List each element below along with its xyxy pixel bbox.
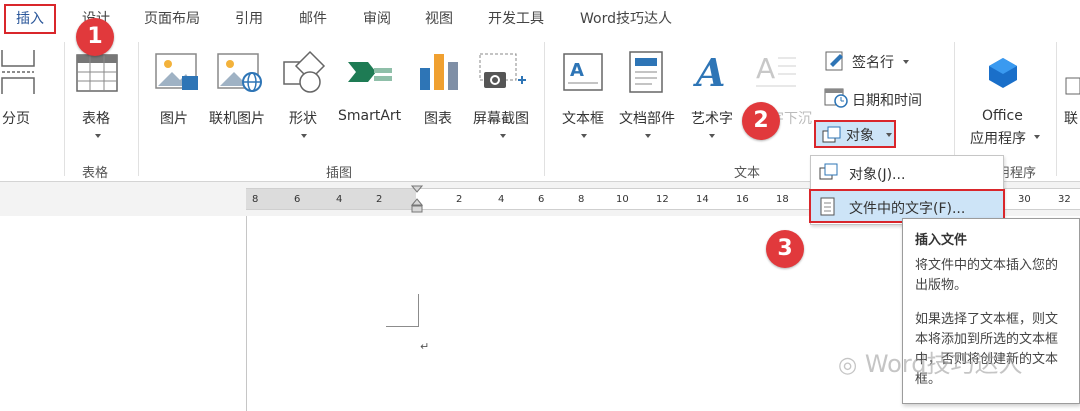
margin-corner-mark [386, 326, 419, 327]
online-picture-icon[interactable] [216, 50, 264, 94]
links-icon[interactable] [1064, 76, 1080, 96]
chevron-down-icon[interactable] [709, 134, 715, 138]
textbox-icon[interactable]: A [562, 50, 606, 94]
wechat-icon: ◎ [838, 353, 858, 378]
step-badge: 3 [766, 230, 804, 268]
group-separator [64, 42, 65, 176]
file-text-icon [820, 197, 835, 216]
paragraph-mark: ↵ [420, 340, 430, 353]
chart-label[interactable]: 图表 [424, 108, 452, 128]
watermark: ◎ Word技巧达人 [838, 344, 1023, 379]
office-store-icon[interactable] [986, 56, 1020, 90]
signature-line-icon[interactable] [824, 50, 846, 72]
step-badge: 1 [76, 18, 114, 56]
smartart-icon[interactable] [346, 52, 394, 92]
ruler-tick: 2 [456, 194, 463, 205]
tab-view[interactable]: 视图 [425, 6, 453, 32]
drop-cap-icon[interactable]: A [754, 50, 798, 94]
object-dropdown-menu: 对象(J)... 文件中的文字(F)... [809, 155, 1005, 225]
online-picture-label[interactable]: 联机图片 [209, 108, 265, 128]
menu-item-object[interactable]: 对象(J)... [811, 158, 1003, 188]
object-icon [819, 163, 838, 180]
picture-icon[interactable] [154, 50, 200, 94]
ruler-tick: 8 [252, 194, 259, 205]
ruler-tick: 18 [776, 194, 789, 205]
object-icon [822, 126, 841, 143]
svg-text:A: A [756, 52, 775, 85]
object-button[interactable]: 对象 [814, 120, 896, 148]
ruler-tick: 30 [1018, 194, 1031, 205]
tab-developer[interactable]: 开发工具 [488, 6, 544, 32]
margin-corner-mark [418, 294, 419, 326]
group-label-illustrations: 插图 [326, 166, 353, 181]
ruler-tick: 4 [498, 194, 505, 205]
tab-review[interactable]: 审阅 [363, 6, 391, 32]
tooltip-title: 插入文件 [915, 233, 968, 248]
chart-icon[interactable] [418, 50, 462, 94]
chevron-down-icon[interactable] [903, 60, 909, 64]
chevron-down-icon[interactable] [645, 134, 651, 138]
links-label[interactable]: 联 [1064, 108, 1078, 128]
group-separator [544, 42, 545, 176]
table-icon[interactable] [76, 54, 118, 94]
picture-label[interactable]: 图片 [160, 108, 188, 128]
menu-item-label: 文件中的文字(F)... [849, 201, 966, 217]
chevron-down-icon[interactable] [301, 134, 307, 138]
page-break-label[interactable]: 分页 [2, 108, 30, 128]
smartart-label[interactable]: SmartArt [338, 108, 401, 124]
page-left-edge [246, 216, 247, 411]
chevron-down-icon[interactable] [500, 134, 506, 138]
ruler-tick: 6 [538, 194, 545, 205]
office-apps-label-line1[interactable]: Office [982, 108, 1023, 124]
group-label-tables: 表格 [82, 166, 109, 181]
tooltip-text: 将文件中的文本插入您的出版物。 [915, 258, 1059, 293]
step-badge: 2 [742, 102, 780, 140]
shapes-icon[interactable] [282, 50, 326, 94]
office-apps-label-line2[interactable]: 应用程序 [970, 128, 1026, 148]
tab-page-layout[interactable]: 页面布局 [144, 6, 200, 32]
ruler-tick: 2 [376, 194, 383, 205]
chevron-down-icon [886, 133, 892, 137]
tab-references[interactable]: 引用 [235, 6, 263, 32]
tab-insert[interactable]: 插入 [4, 4, 56, 34]
group-separator [1056, 42, 1057, 176]
ruler-tick: 4 [336, 194, 343, 205]
watermark-text: Word技巧达人 [864, 350, 1023, 378]
shapes-label[interactable]: 形状 [289, 108, 317, 128]
ruler-margin-shade [246, 189, 416, 209]
date-time-icon[interactable] [824, 86, 848, 108]
quick-parts-icon[interactable] [628, 50, 668, 94]
svg-text:A: A [570, 60, 584, 81]
svg-text:A: A [693, 50, 725, 94]
chevron-down-icon[interactable] [581, 134, 587, 138]
group-label-text: 文本 [734, 166, 761, 181]
signature-line-label[interactable]: 签名行 [852, 52, 894, 72]
wordart-label[interactable]: 艺术字 [691, 108, 733, 128]
tab-mailings[interactable]: 邮件 [299, 6, 327, 32]
chevron-down-icon[interactable] [95, 134, 101, 138]
ruler-tick: 12 [656, 194, 669, 205]
ruler-tick: 10 [616, 194, 629, 205]
textbox-label[interactable]: 文本框 [562, 108, 604, 128]
chevron-down-icon[interactable] [1034, 135, 1040, 139]
tab-word-tips[interactable]: Word技巧达人 [580, 6, 672, 32]
quick-parts-label[interactable]: 文档部件 [619, 108, 675, 128]
ruler-tick: 16 [736, 194, 749, 205]
group-separator [138, 42, 139, 176]
menu-item-label: 对象(J)... [849, 167, 906, 183]
page-break-icon[interactable] [0, 46, 40, 96]
ruler-tick: 6 [294, 194, 301, 205]
table-label[interactable]: 表格 [82, 108, 110, 128]
wordart-icon[interactable]: A [692, 50, 732, 94]
screenshot-label[interactable]: 屏幕截图 [473, 108, 529, 128]
ruler-tick: 14 [696, 194, 709, 205]
date-time-label[interactable]: 日期和时间 [852, 90, 922, 110]
ruler-tick: 8 [578, 194, 585, 205]
object-label: 对象 [846, 128, 874, 144]
ruler-tick: 32 [1058, 194, 1071, 205]
ribbon-tab-bar: 插入 设计 页面布局 引用 邮件 审阅 视图 开发工具 Word技巧达人 [0, 0, 1080, 36]
screenshot-icon[interactable] [478, 50, 526, 94]
indent-marker-icon[interactable] [411, 185, 423, 215]
